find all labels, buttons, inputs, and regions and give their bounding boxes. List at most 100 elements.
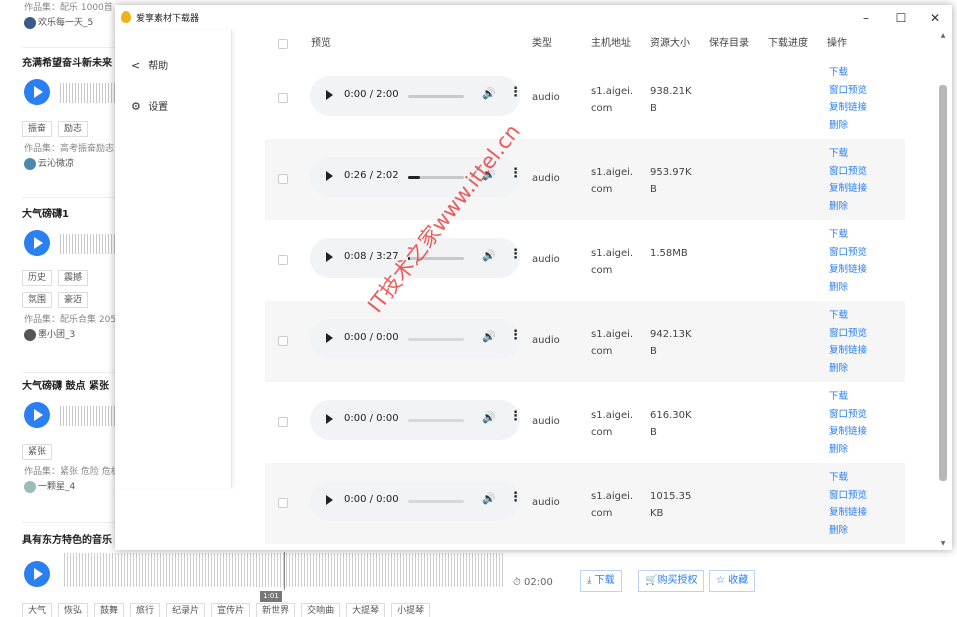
- title-bar[interactable]: 爱享素材下载器 – ☐ ✕: [115, 5, 952, 30]
- tag[interactable]: 新世界: [256, 603, 296, 617]
- track-title[interactable]: 具有东方特色的音乐: [0, 532, 112, 550]
- download-link[interactable]: 下载: [829, 64, 867, 82]
- scroll-down-icon[interactable]: ▼: [938, 540, 948, 547]
- delete-link[interactable]: 删除: [829, 360, 867, 378]
- volume-icon[interactable]: 🔊: [482, 87, 496, 100]
- play-button[interactable]: [24, 79, 50, 105]
- select-all-checkbox[interactable]: [278, 39, 288, 49]
- window-preview-link[interactable]: 窗口预览: [829, 487, 867, 505]
- sidebar-item-settings[interactable]: ⚙ 设置: [131, 98, 168, 116]
- tag[interactable]: 大气: [22, 603, 53, 617]
- download-button[interactable]: ⤓ 下载: [580, 570, 622, 592]
- scroll-up-icon[interactable]: ▲: [938, 32, 948, 39]
- scrollbar[interactable]: ▲ ▼: [938, 30, 948, 550]
- window-preview-link[interactable]: 窗口预览: [829, 163, 867, 181]
- volume-icon[interactable]: 🔊: [482, 249, 496, 262]
- more-options-icon[interactable]: ⋮: [509, 328, 522, 343]
- play-icon[interactable]: [326, 252, 333, 262]
- audio-player[interactable]: 0:00 / 2:00 🔊 ⋮: [310, 76, 522, 116]
- tag[interactable]: 小提琴: [391, 603, 431, 617]
- play-icon[interactable]: [326, 171, 333, 181]
- row-checkbox[interactable]: [278, 336, 288, 346]
- tag[interactable]: 豪迈: [58, 292, 89, 308]
- more-options-icon[interactable]: ⋮: [509, 247, 522, 262]
- minimize-button[interactable]: –: [850, 7, 882, 29]
- copy-link-link[interactable]: 复制链接: [829, 423, 867, 441]
- waveform[interactable]: [60, 234, 115, 254]
- track-title[interactable]: 充满希望奋斗新未来: [0, 55, 115, 73]
- author[interactable]: 一颗星_4: [0, 479, 115, 495]
- download-link[interactable]: 下载: [829, 145, 867, 163]
- track-title[interactable]: 大气磅礴 鼓点 紧张: [0, 378, 115, 396]
- play-icon[interactable]: [326, 333, 333, 343]
- author[interactable]: 欢乐每一天_5: [0, 15, 115, 31]
- tag[interactable]: 鼓舞: [94, 603, 125, 617]
- play-button[interactable]: [24, 402, 50, 428]
- row-checkbox[interactable]: [278, 498, 288, 508]
- play-icon[interactable]: [326, 414, 333, 424]
- waveform[interactable]: [60, 406, 115, 426]
- seek-slider[interactable]: [408, 338, 464, 341]
- delete-link[interactable]: 删除: [829, 198, 867, 216]
- tag[interactable]: 旅行: [130, 603, 161, 617]
- more-options-icon[interactable]: ⋮: [509, 409, 522, 424]
- download-link[interactable]: 下载: [829, 388, 867, 406]
- tag[interactable]: 纪录片: [166, 603, 206, 617]
- window-preview-link[interactable]: 窗口预览: [829, 82, 867, 100]
- buy-license-button[interactable]: 🛒购买授权: [638, 570, 705, 592]
- more-options-icon[interactable]: ⋮: [509, 85, 522, 100]
- tag[interactable]: 历史: [22, 270, 53, 286]
- seek-slider[interactable]: [408, 419, 464, 422]
- play-icon[interactable]: [326, 495, 333, 505]
- copy-link-link[interactable]: 复制链接: [829, 99, 867, 117]
- row-checkbox[interactable]: [278, 417, 288, 427]
- seek-slider[interactable]: [408, 95, 464, 98]
- play-button[interactable]: [24, 230, 50, 256]
- tag[interactable]: 氛围: [22, 292, 53, 308]
- close-button[interactable]: ✕: [919, 7, 951, 29]
- author[interactable]: 云沁微凉: [0, 156, 115, 172]
- row-checkbox[interactable]: [278, 255, 288, 265]
- delete-link[interactable]: 删除: [829, 441, 867, 459]
- copy-link-link[interactable]: 复制链接: [829, 504, 867, 522]
- audio-player[interactable]: 0:00 / 0:00 🔊 ⋮: [310, 481, 522, 521]
- tag[interactable]: 宣传片: [211, 603, 251, 617]
- window-preview-link[interactable]: 窗口预览: [829, 325, 867, 343]
- delete-link[interactable]: 删除: [829, 522, 867, 540]
- seek-slider[interactable]: [408, 500, 464, 503]
- download-link[interactable]: 下载: [829, 226, 867, 244]
- row-checkbox[interactable]: [278, 93, 288, 103]
- maximize-button[interactable]: ☐: [885, 7, 917, 29]
- tag[interactable]: 大提琴: [346, 603, 386, 617]
- tag[interactable]: 震撼: [58, 270, 89, 286]
- tag[interactable]: 交响曲: [301, 603, 341, 617]
- tag[interactable]: 励志: [58, 121, 89, 137]
- row-checkbox[interactable]: [278, 174, 288, 184]
- scrollbar-thumb[interactable]: [939, 85, 947, 481]
- volume-icon[interactable]: 🔊: [482, 411, 496, 424]
- favorite-button[interactable]: ☆ 收藏: [709, 570, 756, 592]
- more-options-icon[interactable]: ⋮: [509, 490, 522, 505]
- play-icon[interactable]: [326, 90, 333, 100]
- tag[interactable]: 恢弘: [58, 603, 89, 617]
- volume-icon[interactable]: 🔊: [482, 330, 496, 343]
- volume-icon[interactable]: 🔊: [482, 492, 496, 505]
- author[interactable]: 墨小团_3: [0, 327, 115, 343]
- audio-player[interactable]: 0:00 / 0:00 🔊 ⋮: [310, 319, 522, 359]
- download-link[interactable]: 下载: [829, 469, 867, 487]
- more-options-icon[interactable]: ⋮: [509, 166, 522, 181]
- window-preview-link[interactable]: 窗口预览: [829, 406, 867, 424]
- window-preview-link[interactable]: 窗口预览: [829, 244, 867, 262]
- play-button[interactable]: [24, 561, 50, 587]
- delete-link[interactable]: 删除: [829, 117, 867, 135]
- download-link[interactable]: 下载: [829, 307, 867, 325]
- tag[interactable]: 紧张: [22, 444, 53, 460]
- copy-link-link[interactable]: 复制链接: [829, 180, 867, 198]
- copy-link-link[interactable]: 复制链接: [829, 342, 867, 360]
- delete-link[interactable]: 删除: [829, 279, 867, 297]
- sidebar-item-help[interactable]: < 帮助: [131, 57, 168, 75]
- track-title[interactable]: 大气磅礴1: [0, 206, 115, 224]
- copy-link-link[interactable]: 复制链接: [829, 261, 867, 279]
- tag[interactable]: 振奋: [22, 121, 53, 137]
- audio-player[interactable]: 0:00 / 0:00 🔊 ⋮: [310, 400, 522, 440]
